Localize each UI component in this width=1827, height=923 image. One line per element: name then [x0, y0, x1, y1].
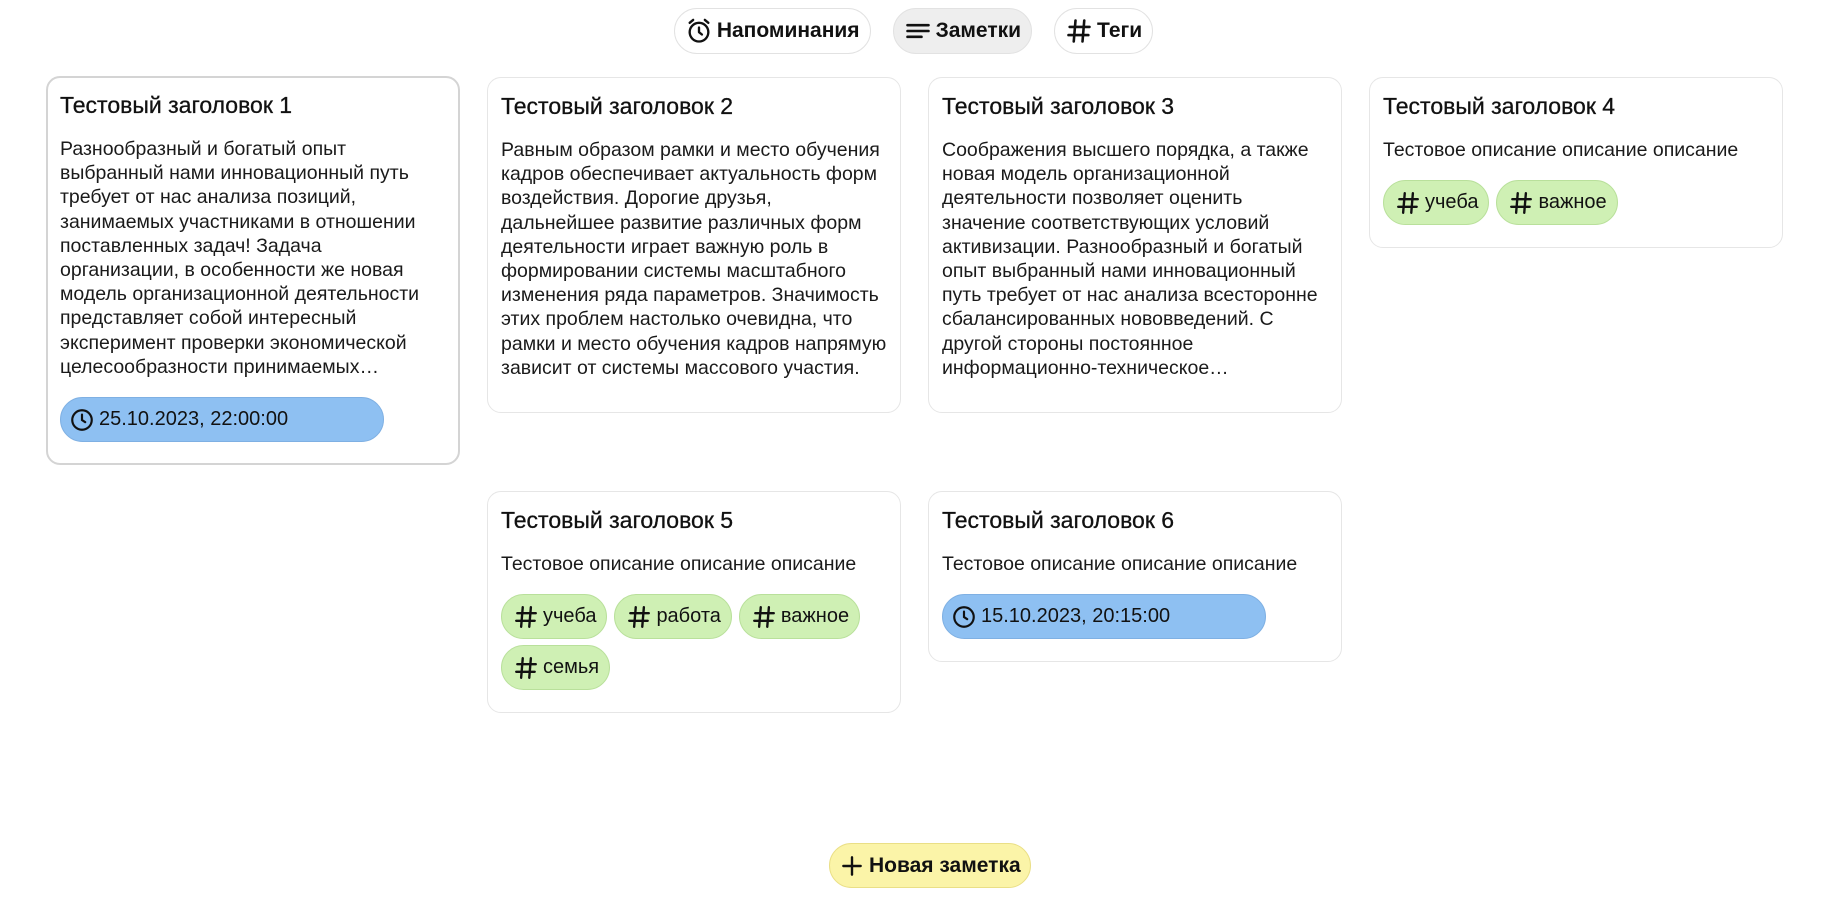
note-card[interactable]: Тестовый заголовок 3 Соображения высшего… [928, 77, 1342, 413]
note-card[interactable]: Тестовый заголовок 2 Равным образом рамк… [487, 77, 901, 413]
note-title: Тестовый заголовок 6 [942, 507, 1175, 533]
tag-chip[interactable]: семья [501, 645, 611, 691]
note-card[interactable]: Тестовый заголовок 6 Тестовое описание о… [928, 491, 1342, 662]
hash-icon [513, 604, 539, 630]
note-card[interactable]: Тестовый заголовок 5 Тестовое описание о… [487, 491, 901, 713]
tag-chip[interactable]: учеба [501, 594, 608, 640]
tag-label: важное [1538, 191, 1607, 214]
reminder-date-chip[interactable]: 15.10.2023, 20:15:00 [942, 594, 1266, 640]
note-card[interactable]: Тестовый заголовок 1 Разнообразный и бог… [46, 76, 460, 465]
tag-chip[interactable]: работа [614, 594, 732, 640]
hash-icon [1065, 17, 1093, 45]
alarm-clock-icon [685, 17, 713, 45]
reminder-date-chip[interactable]: 25.10.2023, 22:00:00 [60, 397, 384, 443]
reminder-date-label: 15.10.2023, 20:15:00 [981, 605, 1171, 628]
note-title: Тестовый заголовок 3 [942, 93, 1175, 119]
tag-label: важное [780, 605, 850, 628]
note-description: Тестовое описание описание описание [942, 553, 1298, 575]
note-description: Соображения высшего порядка, а также нов… [942, 139, 1318, 379]
nav-tags-label: Теги [1097, 19, 1143, 42]
hash-icon [626, 604, 652, 630]
note-description: Тестовое описание описание описание [501, 553, 857, 575]
note-description: Разнообразный и богатый опыт выбранный н… [60, 138, 420, 378]
note-description: Равным образом рамки и место обучения ка… [501, 139, 887, 379]
plus-icon [839, 853, 865, 879]
reminder-date-label: 25.10.2023, 22:00:00 [99, 408, 289, 431]
note-description: Тестовое описание описание описание [1383, 139, 1739, 161]
nav-notes-label: Заметки [935, 19, 1022, 42]
nav-reminders-button[interactable]: Напоминания [673, 8, 871, 54]
clock-icon [951, 604, 977, 630]
tag-chip[interactable]: важное [738, 594, 861, 640]
note-title: Тестовый заголовок 5 [501, 507, 734, 533]
top-navigation: Напоминания Заметки Теги [0, 8, 1827, 54]
note-chips: учеба важное [1383, 180, 1769, 226]
hash-icon [1395, 190, 1421, 216]
new-note-label: Новая заметка [869, 853, 1021, 877]
tag-chip[interactable]: важное [1496, 180, 1618, 226]
tag-chip[interactable]: учеба [1383, 180, 1490, 226]
note-chips: 25.10.2023, 22:00:00 [60, 397, 446, 443]
hash-icon [513, 655, 539, 681]
hash-icon [751, 604, 777, 630]
lines-icon [904, 17, 932, 45]
nav-tags-button[interactable]: Теги [1054, 8, 1154, 54]
hash-icon [1508, 190, 1534, 216]
tag-label: семья [543, 656, 600, 679]
note-card[interactable]: Тестовый заголовок 4 Тестовое описание о… [1369, 77, 1783, 248]
new-note-button[interactable]: Новая заметка [829, 843, 1031, 888]
nav-reminders-label: Напоминания [716, 19, 860, 42]
note-title: Тестовый заголовок 1 [60, 92, 293, 118]
clock-icon [69, 407, 95, 433]
note-chips: 15.10.2023, 20:15:00 [942, 594, 1328, 640]
note-title: Тестовый заголовок 4 [1383, 93, 1616, 119]
note-chips: учеба работа важное семья [501, 594, 887, 691]
tag-label: учеба [543, 605, 597, 628]
tag-label: учеба [1425, 191, 1479, 214]
nav-notes-button[interactable]: Заметки [892, 8, 1033, 54]
note-title: Тестовый заголовок 2 [501, 93, 734, 119]
tag-label: работа [656, 605, 721, 628]
